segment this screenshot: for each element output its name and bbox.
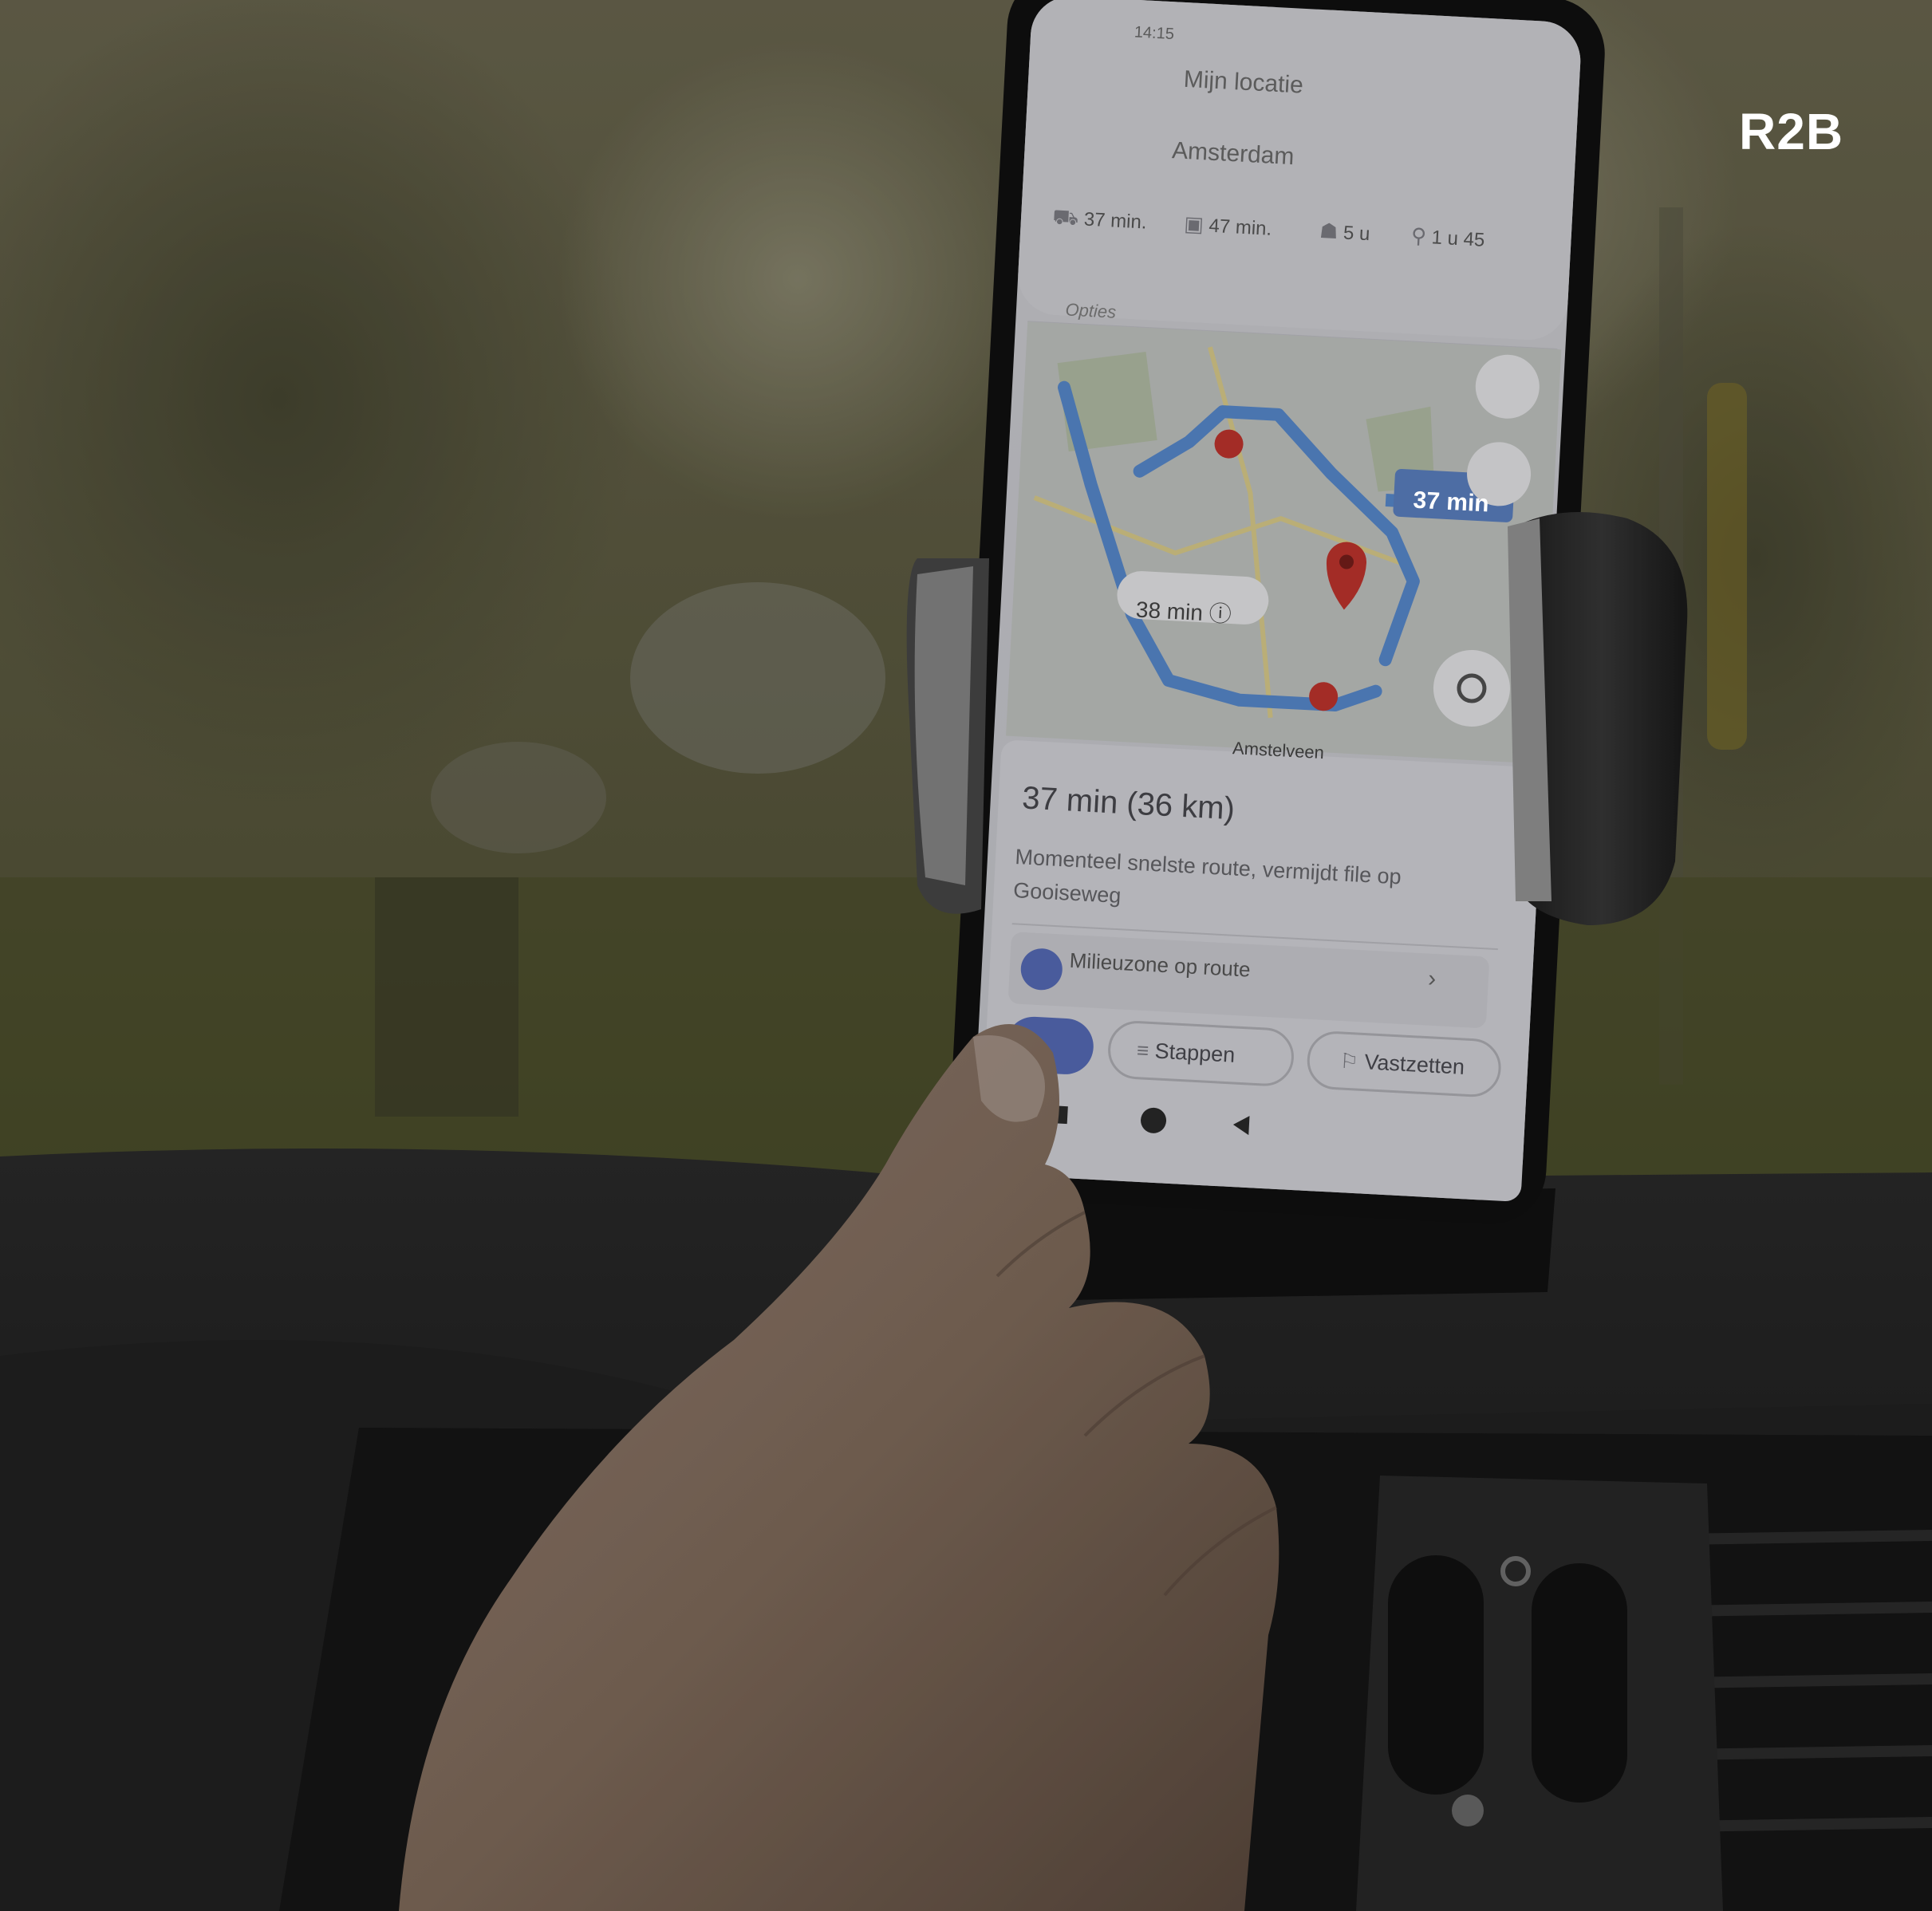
mode-transit-label: 47 min. xyxy=(1208,215,1272,240)
options-link[interactable]: Opties xyxy=(1065,299,1117,322)
transit-icon: ▣ xyxy=(1183,211,1205,237)
car-icon: ⛟ xyxy=(1051,204,1080,231)
walk-icon: ☗ xyxy=(1319,218,1339,244)
alt-route-badge[interactable]: 38 min ⓘ xyxy=(1135,593,1232,629)
photo-scene: 14:15 Mijn locatie Amsterdam ⛟ 37 min. ▣… xyxy=(0,0,1932,1911)
bike-icon: ⚲ xyxy=(1410,223,1427,248)
destination-field[interactable]: Amsterdam xyxy=(1171,137,1295,171)
chevron-right-icon: › xyxy=(1427,965,1437,992)
low-emission-zone-notice[interactable]: Milieuzone op route xyxy=(1069,948,1251,983)
pin-button[interactable]: ⚐ Vastzetten xyxy=(1339,1049,1465,1080)
mode-car-tab[interactable]: ⛟ 37 min. xyxy=(1052,204,1148,237)
route-description: Momenteel snelste route, vermijdt file o… xyxy=(1012,845,1402,908)
mode-transit-tab[interactable]: ▣ 47 min. xyxy=(1184,211,1272,241)
brand-logo: R2B xyxy=(1739,103,1844,160)
car-dashboard-photo xyxy=(0,0,1932,1911)
route-eta: 37 min (36 km) xyxy=(1021,780,1236,827)
mode-walk-tab[interactable]: ☗ 5 u xyxy=(1319,219,1370,246)
pin-label: Vastzetten xyxy=(1363,1050,1465,1079)
steps-button[interactable]: ≡ Stappen xyxy=(1136,1038,1236,1067)
phone-screen: 14:15 Mijn locatie Amsterdam ⛟ 37 min. ▣… xyxy=(971,0,1590,1202)
origin-field[interactable]: Mijn locatie xyxy=(1183,66,1304,100)
steps-label: Stappen xyxy=(1153,1038,1236,1067)
mode-walk-label: 5 u xyxy=(1343,222,1371,246)
mode-car-label: 37 min. xyxy=(1083,208,1148,234)
mode-bike-label: 1 u 45 xyxy=(1430,227,1485,251)
mode-bike-tab[interactable]: ⚲ 1 u 45 xyxy=(1410,223,1485,252)
status-bar-time: 14:15 xyxy=(1134,23,1175,44)
pin-icon: ⚐ xyxy=(1339,1048,1359,1074)
list-icon: ≡ xyxy=(1136,1038,1150,1063)
map-place-label: Amstelveen xyxy=(1232,738,1325,763)
route-time-badge[interactable]: 37 min xyxy=(1413,487,1490,518)
